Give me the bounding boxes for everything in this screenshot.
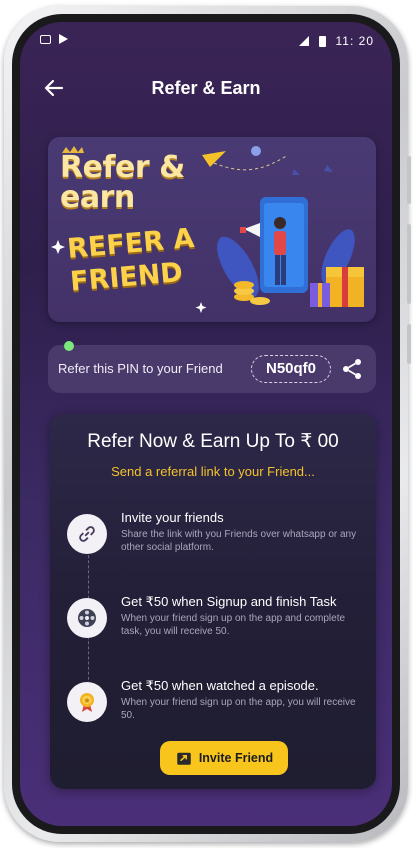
power-button bbox=[407, 156, 411, 204]
volume-button bbox=[407, 224, 411, 304]
banner-line2: earn bbox=[60, 180, 135, 215]
pin-code[interactable]: N50qf0 bbox=[251, 355, 331, 383]
referral-pin-row: Refer this PIN to your Friend N50qf0 bbox=[48, 341, 376, 393]
phone-bezel: 11: 20 Refer & Earn Refer & earn REFER A… bbox=[12, 14, 400, 834]
step-icon-wrap bbox=[67, 598, 107, 638]
card-subtitle: Send a referral link to your Friend... bbox=[111, 464, 315, 479]
app-screen: 11: 20 Refer & Earn Refer & earn REFER A… bbox=[20, 22, 392, 826]
share-icon bbox=[343, 359, 361, 379]
pin-label: Refer this PIN to your Friend bbox=[58, 361, 223, 376]
banner-headline: Refer & earn bbox=[60, 153, 185, 213]
invite-friend-button[interactable]: Invite Friend bbox=[160, 741, 288, 775]
step-title: Get ₹50 when watched a episode. bbox=[121, 678, 319, 693]
link-icon bbox=[79, 526, 95, 542]
referral-card: Refer Now & Earn Up To ₹ 00 Send a refer… bbox=[50, 414, 376, 789]
status-time: 11: 20 bbox=[335, 34, 374, 48]
card-title: Refer Now & Earn Up To ₹ 00 bbox=[87, 431, 339, 452]
step-desc: Share the link with you Friends over wha… bbox=[121, 529, 357, 553]
step-icon-wrap bbox=[67, 682, 107, 722]
side-button bbox=[407, 324, 411, 364]
play-store-icon bbox=[59, 34, 68, 44]
phone-frame: 11: 20 Refer & Earn Refer & earn REFER A… bbox=[4, 6, 411, 842]
banner-line1: Refer & bbox=[60, 150, 185, 185]
signal-icon bbox=[298, 36, 309, 46]
online-dot bbox=[64, 341, 74, 351]
step-desc: When your friend sign up on the app, you… bbox=[121, 697, 356, 721]
step-title: Invite your friends bbox=[121, 510, 224, 525]
film-reel-icon bbox=[78, 609, 96, 627]
status-bar: 11: 20 bbox=[40, 34, 374, 50]
step-title: Get ₹50 when Signup and finish Task bbox=[121, 594, 337, 609]
app-header: Refer & Earn bbox=[20, 70, 392, 106]
award-medal-icon bbox=[80, 693, 94, 712]
refer-banner: Refer & earn REFER A FRIEND bbox=[48, 137, 376, 322]
share-button[interactable] bbox=[340, 357, 364, 381]
step-desc: When your friend sign up on the app and … bbox=[121, 613, 346, 637]
page-title: Refer & Earn bbox=[151, 78, 261, 98]
mail-icon bbox=[40, 34, 51, 44]
invite-friend-label: Invite Friend bbox=[198, 751, 274, 765]
banner-subheadline: REFER A FRIEND bbox=[66, 222, 198, 299]
step-icon-wrap bbox=[67, 514, 107, 554]
battery-icon bbox=[318, 35, 326, 47]
share-arrow-icon bbox=[177, 752, 191, 765]
